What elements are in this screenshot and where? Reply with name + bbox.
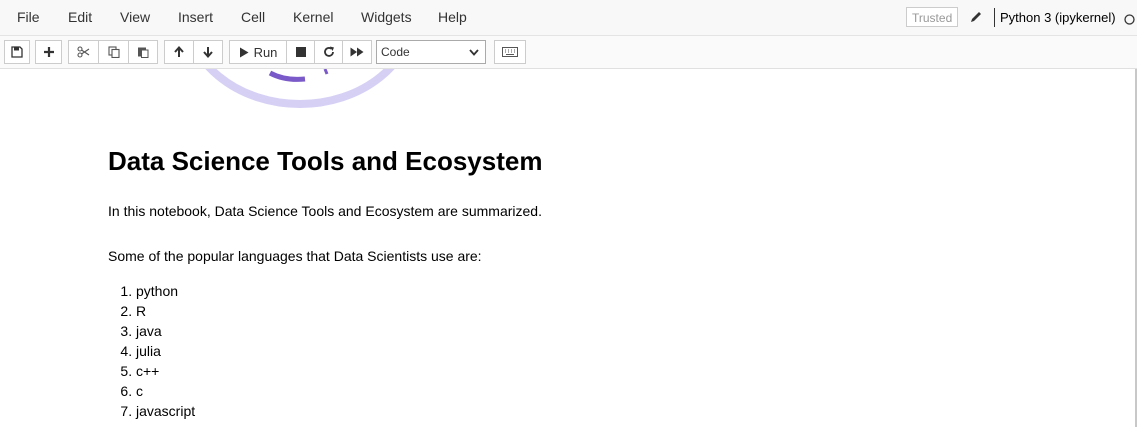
copy-button[interactable] (98, 40, 129, 64)
trusted-indicator[interactable]: Trusted (906, 7, 959, 27)
menubar: File Edit View Insert Cell Kernel Widget… (0, 0, 1137, 36)
plus-icon (43, 47, 54, 57)
toolbar: Run Code (0, 36, 1137, 69)
list-item: 3. java (120, 323, 162, 339)
arrow-up-icon (174, 46, 184, 57)
list-item: 5. c++ (120, 363, 160, 379)
pencil-icon[interactable] (969, 10, 983, 24)
language-name: python (136, 283, 179, 299)
list-item: 1. python (120, 283, 179, 299)
menu-edit[interactable]: Edit (68, 0, 92, 35)
restart-run-all-button[interactable] (342, 40, 372, 64)
intro-paragraph: In this notebook, Data Science Tools and… (108, 203, 542, 219)
kernel-idle-icon (1124, 12, 1135, 25)
cell-type-value: Code (381, 45, 410, 59)
menu-view[interactable]: View (120, 0, 150, 35)
save-button[interactable] (4, 40, 30, 64)
run-button[interactable]: Run (229, 40, 287, 64)
run-label: Run (253, 44, 278, 60)
restart-icon (323, 46, 334, 57)
list-item: 7. javascript (120, 403, 196, 419)
logo-image (205, 69, 395, 108)
kernel-name[interactable]: Python 3 (ipykernel) (1000, 0, 1116, 35)
menu-help[interactable]: Help (438, 0, 467, 35)
menu-widgets[interactable]: Widgets (361, 0, 412, 35)
menu-kernel[interactable]: Kernel (293, 0, 333, 35)
paste-button[interactable] (128, 40, 158, 64)
interrupt-button[interactable] (286, 40, 315, 64)
list-item: 6. c (120, 383, 143, 399)
language-name: R (136, 303, 147, 319)
languages-list: 1. python 2. R 3. java 4. julia 5. c++ 6… (108, 281, 195, 421)
insert-cell-button[interactable] (35, 40, 62, 64)
fast-forward-icon (350, 47, 364, 57)
chevron-down-icon (469, 49, 479, 56)
notebook-area: Data Science Tools and Ecosystem In this… (0, 69, 1137, 427)
kernel-divider (994, 8, 995, 27)
languages-intro: Some of the popular languages that Data … (108, 248, 482, 264)
restart-button[interactable] (314, 40, 343, 64)
menu-insert[interactable]: Insert (178, 0, 213, 35)
keyboard-icon (502, 47, 518, 57)
language-name: julia (136, 343, 161, 359)
scissors-icon (77, 46, 90, 58)
menu-cell[interactable]: Cell (241, 0, 265, 35)
stop-icon (295, 47, 306, 57)
page-title: Data Science Tools and Ecosystem (108, 146, 543, 176)
command-palette-button[interactable] (494, 40, 526, 64)
list-item: 4. julia (120, 343, 161, 359)
language-name: c (136, 383, 143, 399)
language-name: c++ (136, 363, 160, 379)
language-name: javascript (136, 403, 196, 419)
cell-type-select[interactable]: Code (376, 40, 486, 64)
paste-icon (138, 47, 149, 58)
move-down-button[interactable] (193, 40, 223, 64)
menu-file[interactable]: File (17, 0, 40, 35)
play-icon (239, 47, 249, 57)
arrow-down-icon (203, 47, 213, 58)
move-up-button[interactable] (164, 40, 194, 64)
language-name: java (136, 323, 162, 339)
save-icon (11, 46, 23, 58)
cut-button[interactable] (68, 40, 99, 64)
copy-icon (107, 46, 120, 58)
list-item: 2. R (120, 303, 147, 319)
